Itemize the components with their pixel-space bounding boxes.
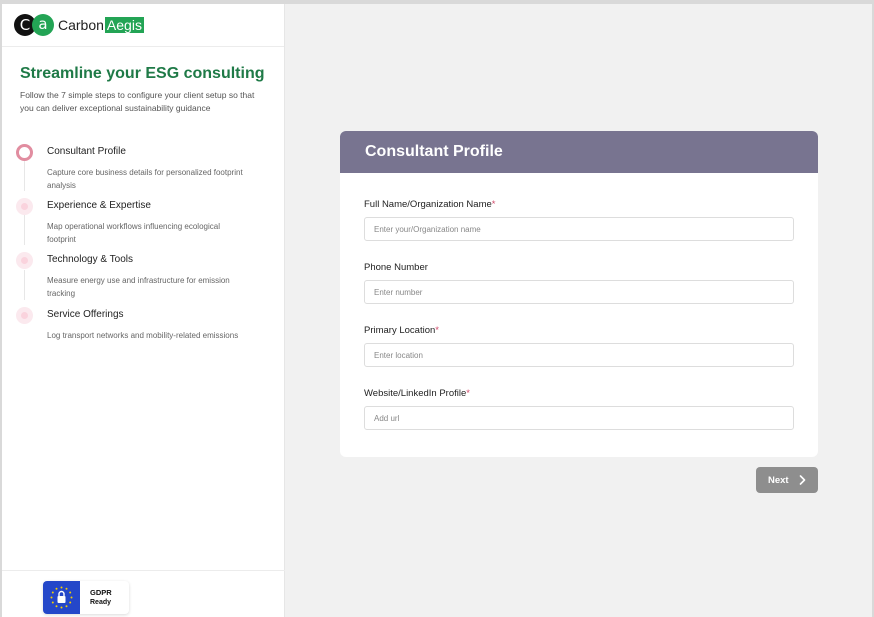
gdpr-label: GDPR Ready [90,588,112,608]
field-label: Full Name/Organization Name* [364,199,794,210]
step-indicator [16,307,33,324]
step-connector [24,270,25,300]
step-connector [24,161,25,191]
field-label-text: Full Name/Organization Name [364,199,492,210]
chevron-right-icon [799,475,806,485]
full-name-input[interactable] [364,217,794,241]
brand-word-2: Aegis [104,17,144,33]
brand-mark: C a [14,14,54,36]
app-frame: C a Carbon Aegis Streamline your ESG con… [2,4,872,617]
field-label-text: Primary Location [364,325,436,336]
full-name-field: Full Name/Organization Name* [364,199,794,241]
brand-name: Carbon Aegis [58,17,144,33]
step-connector [24,215,25,245]
website-input[interactable] [364,406,794,430]
step-title: Service Offerings [47,309,124,320]
step-indicator [16,198,33,215]
gdpr-badge: GDPR Ready [43,581,129,614]
primary-location-input[interactable] [364,343,794,367]
step-title: Consultant Profile [47,146,126,157]
card-title: Consultant Profile [340,131,818,173]
sidebar-headline: Streamline your ESG consulting [20,65,265,82]
required-mark: * [466,388,470,399]
step-title: Experience & Expertise [47,200,151,211]
field-label: Phone Number [364,262,794,273]
eu-lock-icon [43,581,80,614]
logo-a-glyph: a [32,14,54,36]
field-label: Primary Location* [364,325,794,336]
step-description: Map operational workflows influencing ec… [47,222,220,244]
sidebar: C a Carbon Aegis Streamline your ESG con… [2,4,285,617]
step-indicator [16,252,33,269]
field-label-text: Website/LinkedIn Profile [364,388,467,399]
primary-location-field: Primary Location* [364,325,794,367]
sidebar-footer: GDPR Ready [2,570,285,617]
step-description: Capture core business details for person… [47,168,243,190]
website-field: Website/LinkedIn Profile* [364,388,794,430]
gdpr-title: GDPR [90,587,112,597]
required-mark: * [435,325,439,336]
logo: C a Carbon Aegis [2,4,284,47]
brand-word-1: Carbon [58,17,104,33]
phone-number-field: Phone Number [364,262,794,304]
step-description: Measure energy use and infrastructure fo… [47,276,230,298]
required-mark: * [491,199,496,210]
phone-number-input[interactable] [364,280,794,304]
sidebar-subline: Follow the 7 simple steps to configure y… [20,90,255,113]
field-label-text: Phone Number [364,262,428,273]
step-active-indicator [16,144,33,161]
field-label: Website/LinkedIn Profile* [364,388,794,399]
next-button[interactable]: Next [756,467,818,493]
next-button-label: Next [768,474,789,486]
step-title: Technology & Tools [47,254,133,265]
gdpr-subtitle: Ready [90,598,112,606]
consultant-profile-card: Consultant Profile Full Name/Organizatio… [340,131,818,457]
step-description: Log transport networks and mobility-rela… [47,331,239,340]
